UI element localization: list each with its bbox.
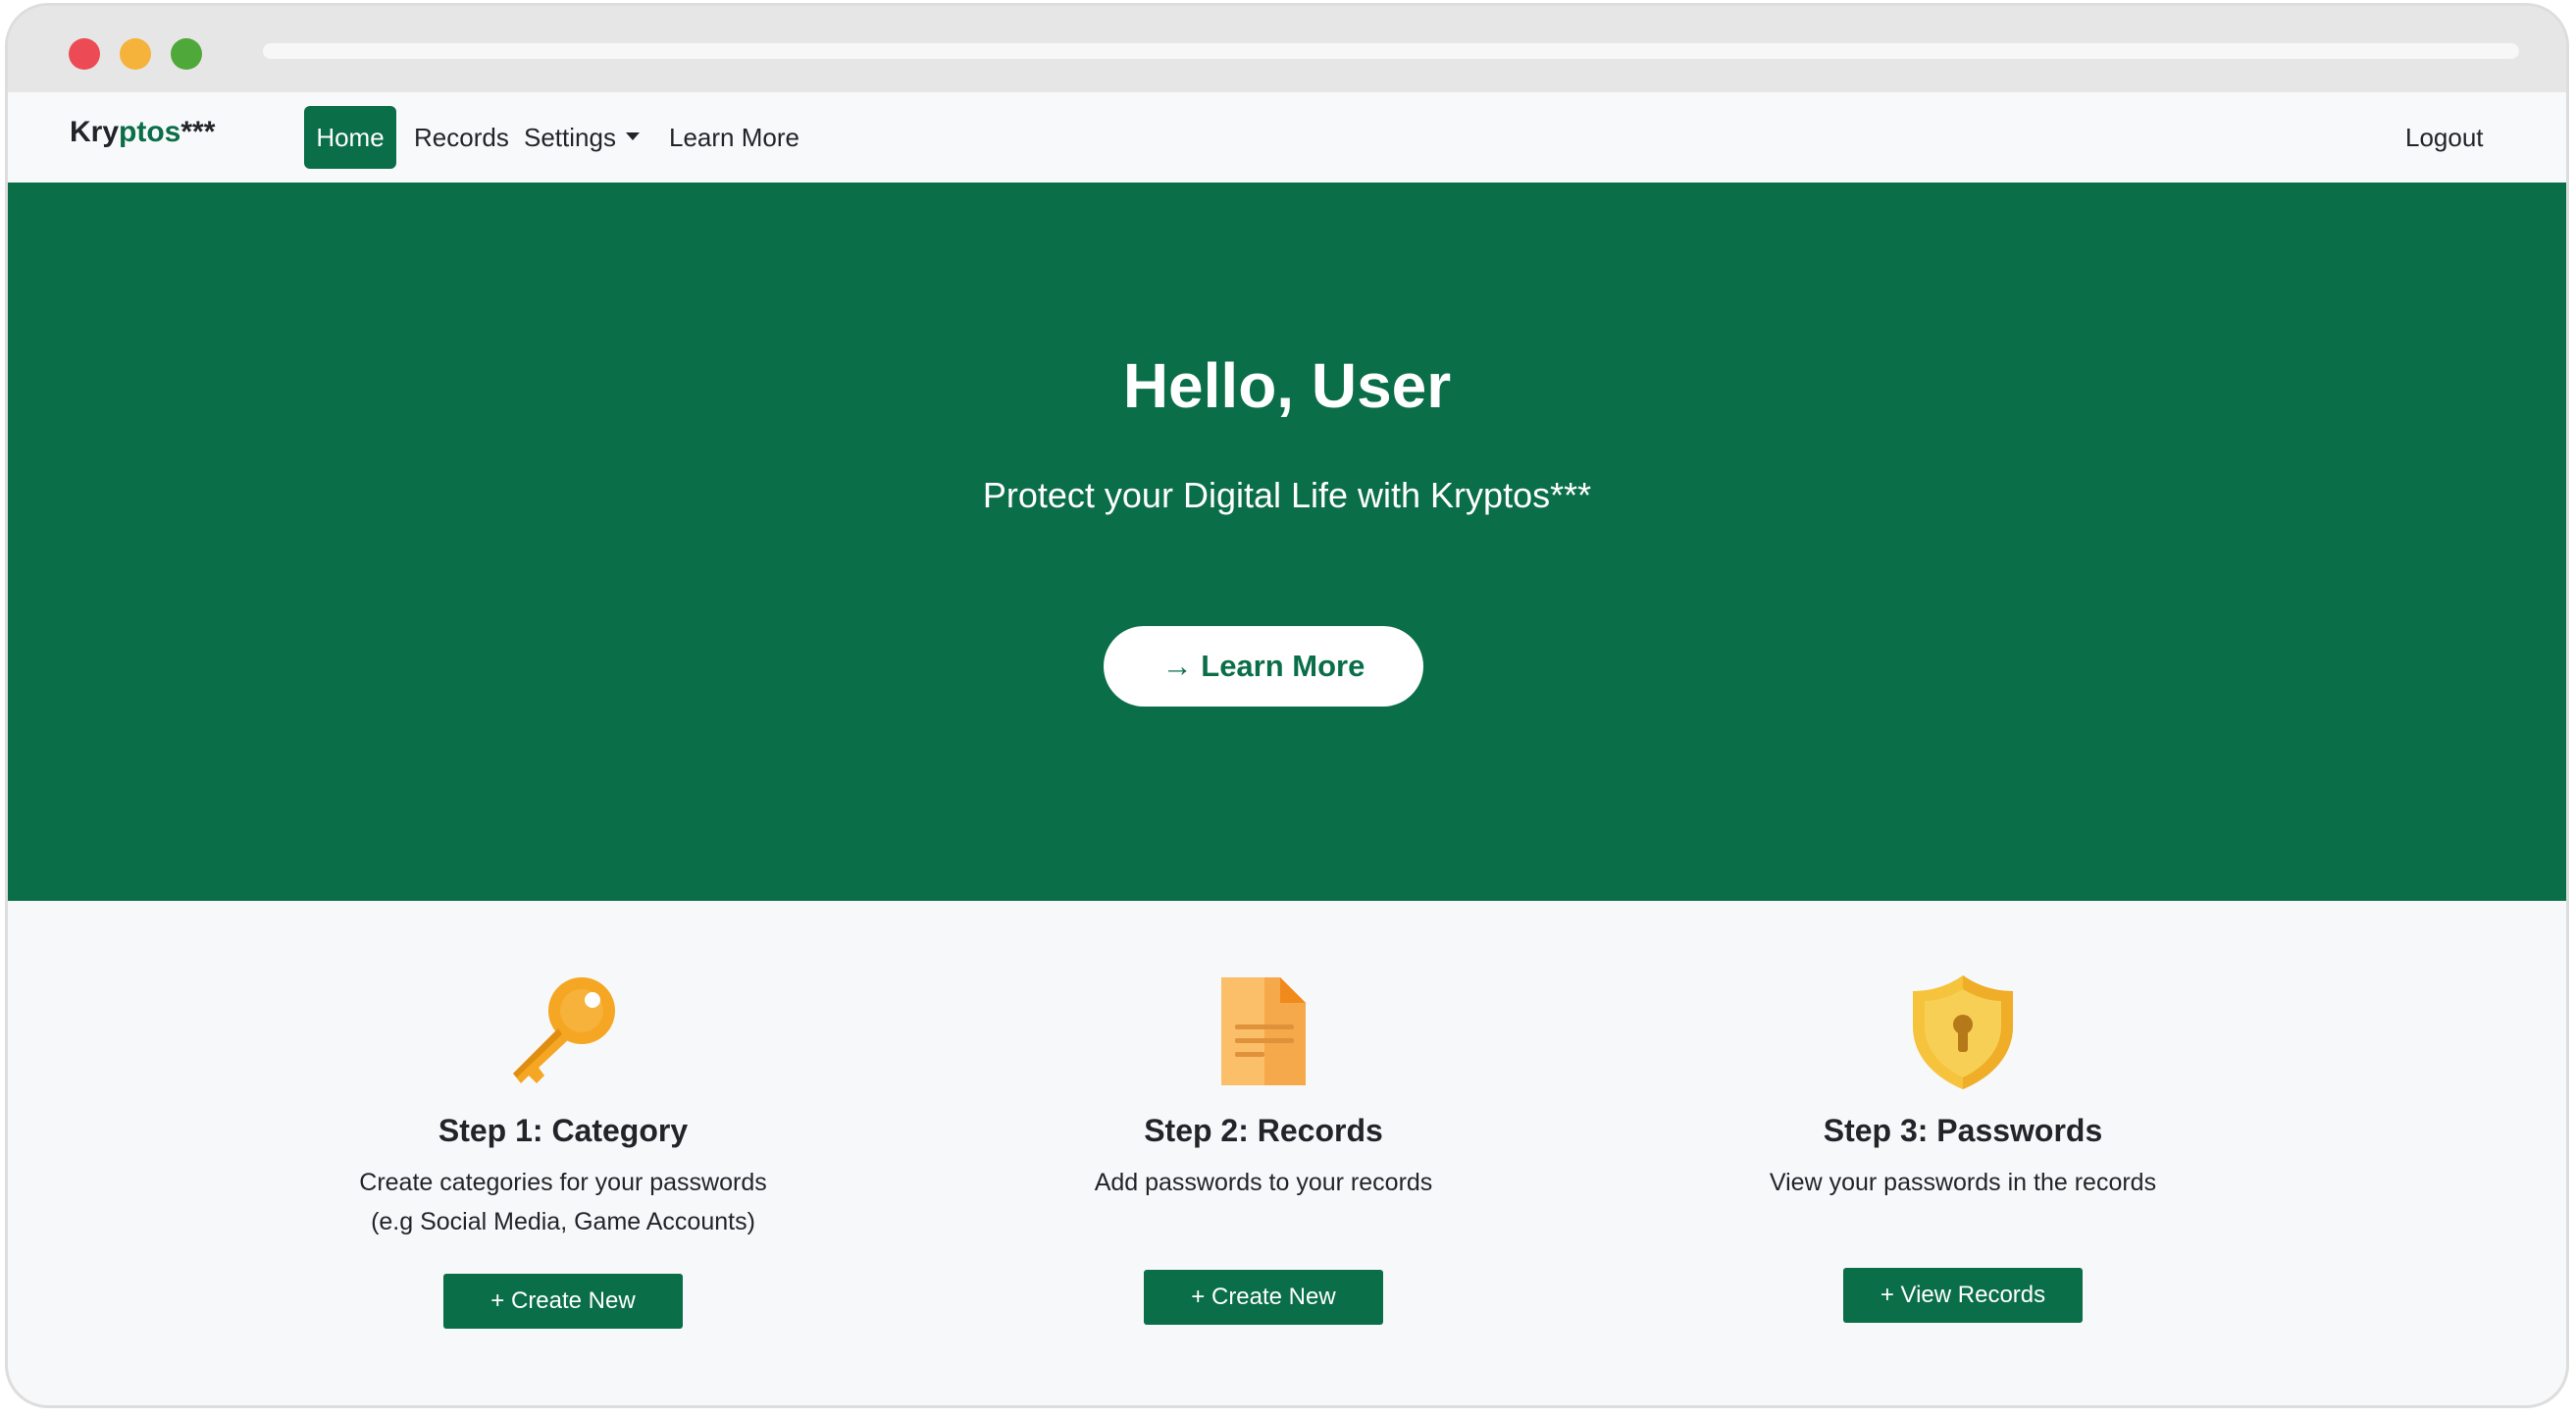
hero-banner: Hello, User Protect your Digital Life wi… [8, 183, 2566, 901]
hero-subtitle: Protect your Digital Life with Kryptos**… [982, 475, 1592, 515]
nav-home[interactable]: Home [304, 106, 396, 169]
step-card-records: Step 2: Records Add passwords to your re… [969, 968, 1558, 1325]
close-window-dot[interactable] [69, 38, 100, 70]
document-icon [1221, 977, 1306, 1085]
nav-home-label: Home [316, 123, 385, 152]
nav-records[interactable]: Records [400, 106, 523, 169]
brand-logo[interactable]: Kryptos*** [70, 116, 215, 149]
nav-settings-label: Settings [524, 123, 616, 152]
step-3-title: Step 3: Passwords [1823, 1113, 2103, 1148]
logout-label: Logout [2405, 123, 2484, 152]
step-2-description: Add passwords to your records [969, 1163, 1558, 1202]
step-1-desc-line1: Create categories for your passwords [359, 1169, 767, 1196]
view-records-button[interactable]: + View Records [1843, 1268, 2083, 1323]
maximize-window-dot[interactable] [171, 38, 202, 70]
nav-records-label: Records [414, 123, 509, 152]
step-2-title: Step 2: Records [1144, 1113, 1383, 1148]
hero-learn-more-button[interactable]: → Learn More [1104, 626, 1423, 707]
create-category-button[interactable]: + Create New [443, 1274, 683, 1329]
browser-window: Kryptos*** Home Records Settings Learn M… [5, 3, 2569, 1408]
step-1-title: Step 1: Category [438, 1113, 689, 1148]
step-card-passwords: Step 3: Passwords View your passwords in… [1669, 968, 2257, 1323]
hero-title: Hello, User [1122, 350, 1452, 421]
logout-link[interactable]: Logout [2392, 106, 2498, 169]
minimize-window-dot[interactable] [120, 38, 151, 70]
nav-learn-more-label: Learn More [669, 123, 799, 152]
shield-lock-icon [1913, 975, 2013, 1089]
address-bar[interactable] [263, 43, 2519, 59]
step-3-description: View your passwords in the records [1669, 1163, 2257, 1202]
step-1-description: Create categories for your passwords (e.… [269, 1163, 857, 1241]
step-card-category: Step 1: Category Create categories for y… [269, 968, 857, 1329]
nav-settings-dropdown[interactable]: Settings [510, 106, 653, 169]
step-1-desc-line2: (e.g Social Media, Game Accounts) [371, 1208, 755, 1235]
brand-prefix: Kry [70, 116, 120, 148]
step-2-desc-line1: Add passwords to your records [1094, 1169, 1433, 1196]
step-3-desc-line1: View your passwords in the records [1769, 1169, 2157, 1196]
brand-suffix: *** [180, 116, 216, 148]
browser-titlebar [8, 6, 2566, 92]
key-icon [513, 977, 615, 1083]
top-navbar: Kryptos*** Home Records Settings Learn M… [8, 92, 2566, 183]
nav-learn-more[interactable]: Learn More [655, 106, 813, 169]
caret-down-icon [625, 132, 640, 141]
brand-accent: ptos [119, 116, 181, 148]
create-record-button[interactable]: + Create New [1144, 1270, 1383, 1325]
